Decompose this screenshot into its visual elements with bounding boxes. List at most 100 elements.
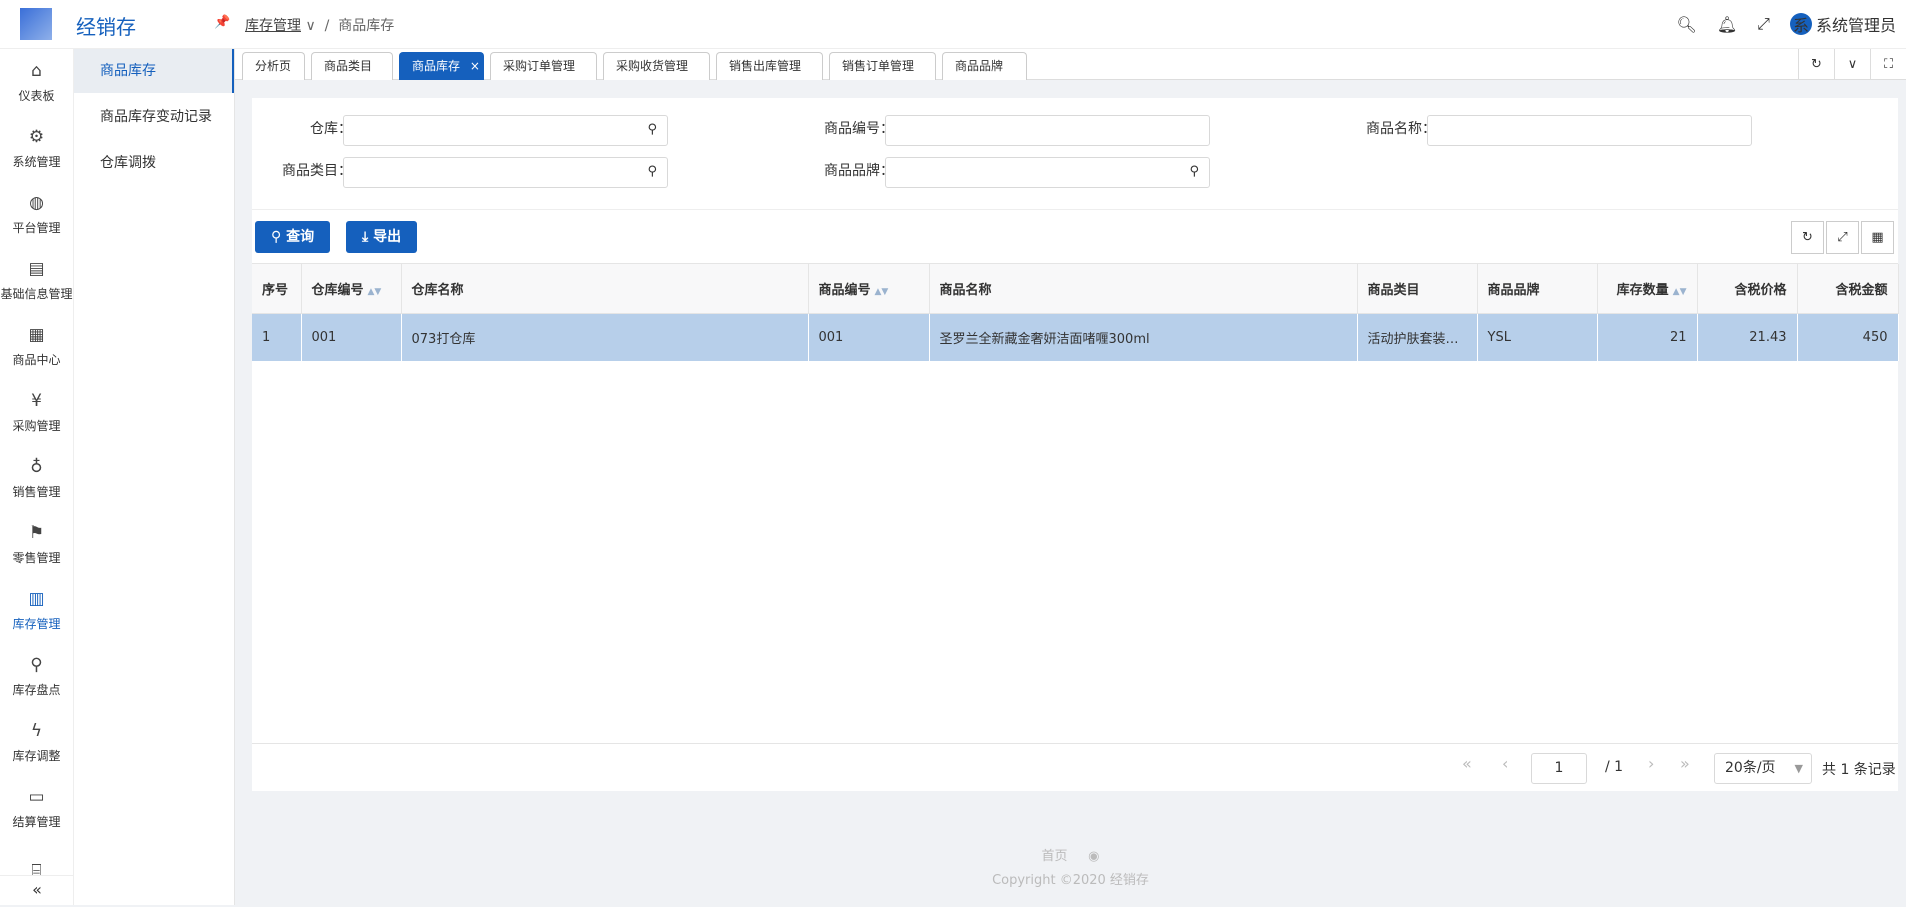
table-cell: 活动护肤套装系列 bbox=[1357, 313, 1478, 361]
tab[interactable]: 分析页 bbox=[242, 52, 305, 80]
fullscreen-tab-icon[interactable]: ⛶ bbox=[1870, 49, 1906, 80]
sidebar-item-label: 库存调整 bbox=[12, 748, 61, 763]
fullscreen-icon[interactable]: ⤢ bbox=[1826, 221, 1859, 254]
github-icon[interactable]: ◉ bbox=[1088, 849, 1099, 864]
filter-input[interactable]: ⚲ bbox=[885, 157, 1210, 188]
search-icon[interactable]: ⚲ bbox=[647, 164, 657, 179]
sidebar-item-3[interactable]: ▤ 基础信息管理 bbox=[0, 247, 73, 313]
close-icon[interactable]: × bbox=[470, 59, 480, 73]
sidebar-item-label: 库存盘点 bbox=[12, 682, 61, 697]
submenu-item[interactable]: 商品库存 bbox=[74, 49, 234, 93]
sidebar-item-label: 平台管理 bbox=[12, 220, 61, 235]
logo-area: 经销存 📌 bbox=[0, 0, 235, 49]
tab[interactable]: 商品品牌 bbox=[942, 52, 1027, 80]
submenu-item[interactable]: 仓库调拨 bbox=[74, 141, 234, 185]
sidebar-item-9[interactable]: ⚲ 库存盘点 bbox=[0, 643, 73, 709]
tab[interactable]: 销售出库管理 bbox=[716, 52, 823, 80]
bell-icon[interactable]: 🔔︎ bbox=[1717, 15, 1737, 34]
tab[interactable]: 商品类目 bbox=[311, 52, 393, 80]
sidebar-item-10[interactable]: ϟ 库存调整 bbox=[0, 709, 73, 775]
query-button[interactable]: ⚲ 查询 bbox=[255, 221, 331, 253]
sidebar-icon: ⚲ bbox=[30, 654, 43, 675]
chevron-down-icon[interactable]: ∨ bbox=[1834, 49, 1870, 80]
sort-icon[interactable]: ▲▼ bbox=[1673, 287, 1687, 297]
sidebar-item-label: 销售管理 bbox=[12, 484, 61, 499]
search-icon[interactable]: 🔍︎ bbox=[1677, 15, 1697, 34]
sidebar-item-1[interactable]: ⚙ 系统管理 bbox=[0, 115, 73, 181]
filter-input[interactable]: ⚲ bbox=[343, 115, 668, 146]
column-header: 商品类目 bbox=[1357, 264, 1478, 314]
page-input[interactable]: 1 bbox=[1531, 753, 1587, 784]
user-menu[interactable]: 系系统管理员 bbox=[1789, 12, 1896, 36]
export-button[interactable]: ⤓ 导出 bbox=[346, 221, 418, 253]
refresh-icon[interactable]: ↻ bbox=[1791, 221, 1824, 254]
search-icon[interactable]: ⚲ bbox=[1189, 164, 1199, 179]
table-cell: YSL bbox=[1477, 313, 1598, 361]
filter-input[interactable] bbox=[885, 115, 1210, 146]
filter-panel: 仓库： ⚲ 商品编号： 商品名称： 商品类目： ⚲ 商品品牌： ⚲ bbox=[252, 98, 1898, 209]
app-title: 经销存 bbox=[76, 15, 136, 39]
filter-label: 仓库： bbox=[310, 121, 352, 137]
total-records: 共 1 条记录 bbox=[1822, 762, 1896, 778]
table-cell: 21 bbox=[1597, 313, 1698, 361]
table-toolbar: ⚲ 查询 ⤓ 导出 ↻ ⤢ ▦ bbox=[252, 209, 1898, 263]
table-cell: 21.43 bbox=[1697, 313, 1798, 361]
table-cell: 450 bbox=[1797, 313, 1899, 361]
sidebar-item-5[interactable]: ¥ 采购管理 bbox=[0, 379, 73, 445]
sort-icon[interactable]: ▲▼ bbox=[368, 287, 382, 297]
column-header: 商品名称 bbox=[929, 264, 1358, 314]
tab[interactable]: 销售订单管理 bbox=[829, 52, 936, 80]
next-page-icon[interactable]: › bbox=[1648, 754, 1654, 773]
sidebar-item-11[interactable]: ▭ 结算管理 bbox=[0, 775, 73, 841]
table-row[interactable]: 1 001 073打仓库 001 圣罗兰全新藏金奢妍洁面啫喱300ml 活动护肤套装系列 Y… bbox=[252, 313, 1899, 361]
column-header[interactable]: 仓库编号 ▲▼ bbox=[301, 264, 402, 314]
column-header: 含税价格 bbox=[1697, 264, 1798, 314]
page-size-select[interactable]: 20条/页 ▼ bbox=[1714, 753, 1812, 784]
sidebar-icon: ¥ bbox=[31, 390, 42, 411]
sidebar-item-7[interactable]: ⚑ 零售管理 bbox=[0, 511, 73, 577]
sort-icon[interactable]: ▲▼ bbox=[875, 287, 889, 297]
column-header[interactable]: 库存数量 ▲▼ bbox=[1597, 264, 1698, 314]
last-page-icon[interactable]: » bbox=[1680, 754, 1690, 773]
filter-label: 商品品牌： bbox=[824, 163, 894, 179]
header: 库存管理 ∨ / 商品库存 🔍︎ 🔔︎ ⤢ 系系统管理员 bbox=[235, 0, 1906, 49]
first-page-icon[interactable]: « bbox=[1462, 754, 1472, 773]
filter-input[interactable]: ⚲ bbox=[343, 157, 668, 188]
breadcrumb: 库存管理 ∨ / 商品库存 bbox=[245, 18, 395, 34]
logo-image bbox=[20, 8, 52, 40]
columns-icon[interactable]: ▦ bbox=[1861, 221, 1894, 254]
pin-icon[interactable]: 📌 bbox=[214, 15, 230, 30]
tab[interactable]: 采购收货管理 bbox=[603, 52, 710, 80]
sidebar-icon: ▤ bbox=[28, 258, 45, 279]
refresh-tab-icon[interactable]: ↻ bbox=[1798, 49, 1834, 80]
footer-home-link[interactable]: 首页 bbox=[1041, 849, 1067, 864]
tab[interactable]: 采购订单管理 bbox=[490, 52, 597, 80]
sidebar-icon: ♁ bbox=[30, 456, 43, 477]
user-name: 系统管理员 bbox=[1815, 16, 1896, 35]
inventory-table: 序号 仓库编号 ▲▼ 仓库名称 商品编号 ▲▼ 商品名称 商品类目 商品品牌 库存数量 ▲▼ 含税价格… bbox=[252, 263, 1899, 743]
table-cell: 圣罗兰全新藏金奢妍洁面啫喱300ml bbox=[929, 313, 1358, 361]
breadcrumb-current: 商品库存 bbox=[338, 18, 395, 34]
pagination: « ‹ 1 / 1 › » 20条/页 ▼ 共 1 条记录 bbox=[252, 743, 1898, 791]
filter-input[interactable] bbox=[1427, 115, 1752, 146]
tab[interactable]: 商品库存 × bbox=[399, 52, 484, 80]
submenu-item[interactable]: 商品库存变动记录 bbox=[74, 95, 234, 139]
collapse-icon[interactable]: « bbox=[0, 875, 74, 905]
search-icon[interactable]: ⚲ bbox=[647, 122, 657, 137]
table-cell: 073打仓库 bbox=[401, 313, 809, 361]
sidebar-item-6[interactable]: ♁ 销售管理 bbox=[0, 445, 73, 511]
fullscreen-icon[interactable]: ⤢ bbox=[1757, 14, 1770, 34]
sidebar-item-0[interactable]: ⌂ 仪表板 bbox=[0, 49, 73, 115]
column-header: 商品品牌 bbox=[1477, 264, 1598, 314]
sidebar-item-8[interactable]: ▥ 库存管理 bbox=[0, 577, 73, 643]
sidebar-item-label: 库存管理 bbox=[12, 616, 61, 631]
chevron-down-icon[interactable]: ∨ bbox=[305, 18, 315, 34]
table-cell: 001 bbox=[301, 313, 402, 361]
sidebar-item-2[interactable]: ◍ 平台管理 bbox=[0, 181, 73, 247]
column-header[interactable]: 商品编号 ▲▼ bbox=[808, 264, 930, 314]
prev-page-icon[interactable]: ‹ bbox=[1502, 754, 1508, 773]
sidebar-item-label: 采购管理 bbox=[12, 418, 61, 433]
sidebar-item-4[interactable]: ▦ 商品中心 bbox=[0, 313, 73, 379]
breadcrumb-parent[interactable]: 库存管理 bbox=[245, 18, 301, 34]
sidebar-item-label: 商品中心 bbox=[12, 352, 61, 367]
